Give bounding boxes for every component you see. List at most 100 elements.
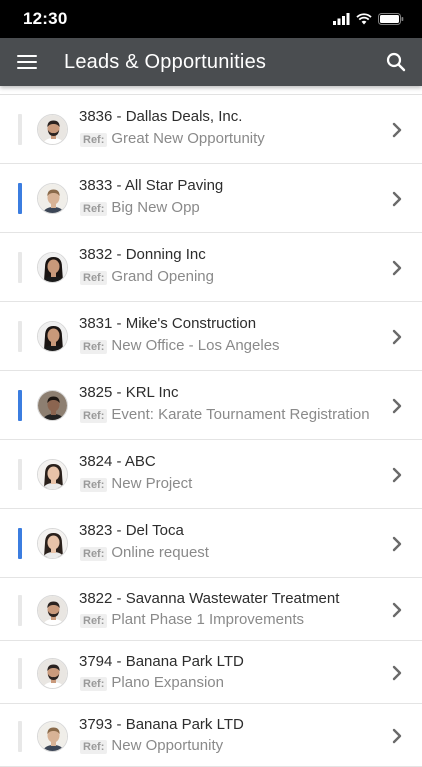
avatar — [37, 721, 68, 752]
leads-list: 3836 - Dallas Deals, Inc. Ref: Great New O… — [0, 86, 422, 767]
ref-line: Ref: New Opportunity — [80, 737, 223, 754]
avatar — [37, 390, 68, 421]
ref-label: Ref: — [80, 478, 108, 492]
ref-label: Ref: — [80, 271, 108, 285]
list-item[interactable]: 3833 - All Star Paving Ref: Big New Opp — [0, 164, 422, 233]
search-icon — [386, 52, 406, 72]
ref-label: Ref: — [80, 133, 108, 147]
ref-line: Ref: Plano Expansion — [80, 674, 224, 691]
chevron-right-icon — [392, 191, 402, 207]
ref-label: Ref: — [80, 202, 108, 216]
row-chevron — [392, 260, 402, 276]
status-indicator — [18, 658, 22, 689]
list-item[interactable]: 3793 - Banana Park LTD Ref: New Opportunit… — [0, 704, 422, 767]
avatar — [37, 658, 68, 689]
row-chevron — [392, 536, 402, 552]
ref-text: Big New Opp — [111, 199, 200, 216]
list-item[interactable]: 3825 - KRL Inc Ref: Event: Karate Tourname… — [0, 371, 422, 440]
lead-title: 3825 - KRL Inc — [79, 384, 179, 401]
ref-label: Ref: — [80, 740, 108, 754]
chevron-right-icon — [392, 602, 402, 618]
ref-text: Great New Opportunity — [111, 130, 265, 147]
list-item[interactable]: 3794 - Banana Park LTD Ref: Plano Expansio… — [0, 641, 422, 704]
avatar — [37, 252, 68, 283]
status-indicator — [18, 252, 22, 283]
list-item[interactable]: 3823 - Del Toca Ref: Online request — [0, 509, 422, 578]
wifi-icon — [356, 13, 372, 25]
menu-button[interactable] — [13, 50, 41, 74]
lead-title: 3793 - Banana Park LTD — [79, 716, 244, 733]
avatar — [37, 459, 68, 490]
avatar — [37, 528, 68, 559]
lead-title: 3833 - All Star Paving — [79, 177, 224, 194]
status-indicator — [18, 595, 22, 626]
app-bar: Leads & Opportunities — [0, 38, 422, 86]
list-item[interactable]: 3836 - Dallas Deals, Inc. Ref: Great New O… — [0, 95, 422, 164]
lead-title: 3794 - Banana Park LTD — [79, 653, 244, 670]
ref-label: Ref: — [80, 340, 108, 354]
row-chevron — [392, 602, 402, 618]
battery-icon — [378, 13, 404, 25]
chevron-right-icon — [392, 122, 402, 138]
ref-text: New Office - Los Angeles — [111, 337, 280, 354]
row-chevron — [392, 191, 402, 207]
row-chevron — [392, 467, 402, 483]
list-item[interactable]: 3831 - Mike's Construction Ref: New Office… — [0, 302, 422, 371]
lead-title: 3836 - Dallas Deals, Inc. — [79, 108, 243, 125]
lead-title: 3822 - Savanna Wastewater Treatment — [79, 590, 340, 607]
status-indicator — [18, 114, 22, 145]
signal-icon — [333, 13, 350, 25]
ref-text: New Opportunity — [111, 737, 224, 754]
ref-text: Plant Phase 1 Improvements — [111, 611, 304, 628]
ref-label: Ref: — [80, 677, 108, 691]
list-item[interactable]: 3824 - ABC Ref: New Project — [0, 440, 422, 509]
row-chevron — [392, 122, 402, 138]
chevron-right-icon — [392, 728, 402, 744]
chevron-right-icon — [392, 536, 402, 552]
ref-text: Grand Opening — [111, 268, 214, 285]
list-item[interactable]: 3822 - Savanna Wastewater Treatment Ref: P… — [0, 578, 422, 641]
row-chevron — [392, 398, 402, 414]
row-chevron — [392, 665, 402, 681]
lead-title: 3824 - ABC — [79, 453, 156, 470]
ref-text: New Project — [111, 475, 193, 492]
ref-line: Ref: Event: Karate Tournament Registratio… — [80, 406, 370, 423]
status-indicator — [18, 459, 22, 490]
ref-line: Ref: New Project — [80, 475, 192, 492]
ref-label: Ref: — [80, 547, 108, 561]
chevron-right-icon — [392, 665, 402, 681]
page-title: Leads & Opportunities — [64, 51, 267, 73]
status-indicator — [18, 321, 22, 352]
ref-line: Ref: Online request — [80, 544, 209, 561]
ref-line: Ref: Big New Opp — [80, 199, 200, 216]
avatar — [37, 595, 68, 626]
ref-text: Plano Expansion — [111, 674, 224, 691]
status-icons — [333, 12, 404, 26]
ref-line: Ref: Great New Opportunity — [80, 130, 265, 147]
search-button[interactable] — [384, 50, 408, 74]
avatar — [37, 183, 68, 214]
ref-text: Online request — [111, 544, 209, 561]
ref-label: Ref: — [80, 614, 108, 628]
status-indicator — [18, 721, 22, 752]
lead-title: 3832 - Donning Inc — [79, 246, 206, 263]
list-divider — [0, 86, 422, 95]
status-indicator — [18, 390, 22, 421]
status-indicator — [18, 528, 22, 559]
lead-title: 3831 - Mike's Construction — [79, 315, 257, 332]
list-item[interactable]: 3832 - Donning Inc Ref: Grand Opening — [0, 233, 422, 302]
avatar — [37, 114, 68, 145]
status-bar: 12:30 — [0, 0, 422, 38]
ref-line: Ref: New Office - Los Angeles — [80, 337, 280, 354]
ref-label: Ref: — [80, 409, 108, 423]
row-chevron — [392, 329, 402, 345]
avatar — [37, 321, 68, 352]
row-chevron — [392, 728, 402, 744]
chevron-right-icon — [392, 260, 402, 276]
chevron-right-icon — [392, 398, 402, 414]
status-indicator — [18, 183, 22, 214]
lead-title: 3823 - Del Toca — [79, 522, 184, 539]
status-time: 12:30 — [23, 9, 68, 28]
chevron-right-icon — [392, 467, 402, 483]
ref-line: Ref: Plant Phase 1 Improvements — [80, 611, 304, 628]
